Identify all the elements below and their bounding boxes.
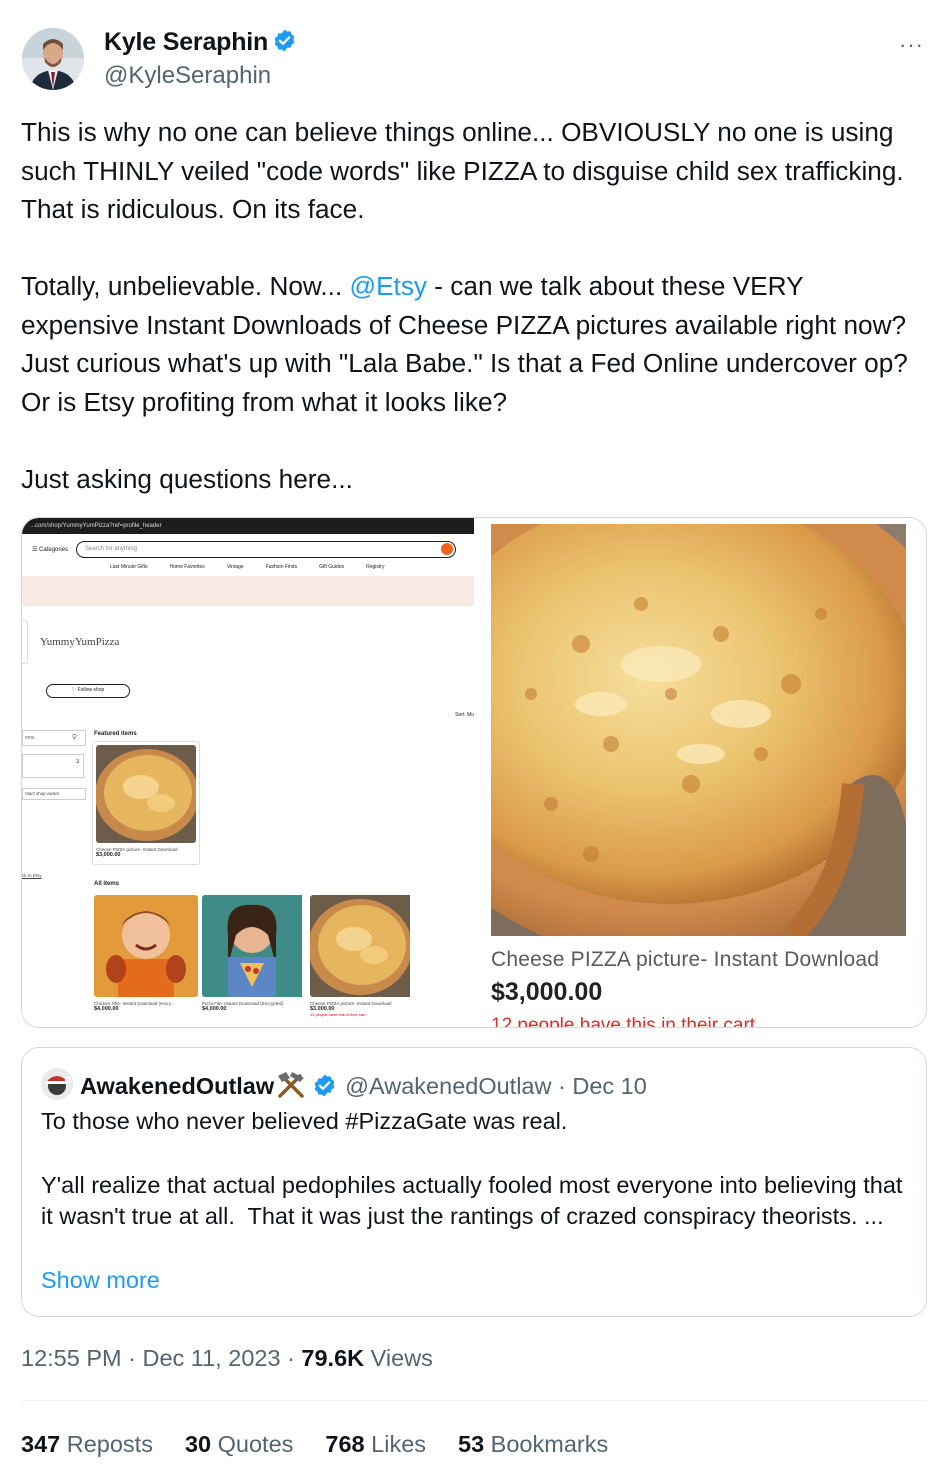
pizza-photo (491, 524, 906, 936)
etsy-nav-item: Vintage (226, 564, 244, 570)
bookmarks-label: Bookmarks (484, 1431, 609, 1457)
shop-info: YummyYumPizza (22, 606, 474, 690)
etsy-search-box: Search for anything (76, 541, 456, 558)
etsy-nav-item: Gift Guides (319, 564, 345, 570)
back-to-etsy-link: ck to Etsy (22, 873, 42, 878)
tweet-paragraph-2-start: Totally, unbelievable. Now... (21, 271, 350, 301)
pizza-listing-image[interactable]: Cheese PIZZA picture- Instant Download $… (477, 518, 926, 1028)
pizza-thumbnail (310, 895, 414, 997)
verified-badge-icon (312, 1073, 337, 1098)
shop-search-field: ems ⚲ (22, 730, 86, 746)
tweet-meta: 12:55 PM · Dec 11, 2023 · 79.6K Views (21, 1345, 433, 1372)
etsy-nav-item: Last Minute Gifts (110, 564, 148, 570)
boy-eating-thumbnail (94, 895, 198, 997)
reposts-stat[interactable]: 347 Reposts (21, 1431, 153, 1458)
tweet-paragraph-1: This is why no one can believe things on… (21, 117, 911, 224)
quoted-tweet-text: To those who never believed #PizzaGate w… (41, 1108, 903, 1230)
divider (21, 1400, 927, 1401)
tweet-text: This is why no one can believe things on… (21, 113, 926, 498)
bookmarks-stat[interactable]: 53 Bookmarks (458, 1431, 608, 1458)
views-count: 79.6K (301, 1345, 365, 1371)
mention-link[interactable]: @Etsy (350, 271, 428, 301)
shop-item: Pizza File- Instant Download (Encrypted)… (202, 895, 306, 1012)
shop-section-box: 3 (22, 754, 84, 778)
listing-cart-note: 12 people have this in their cart (491, 1015, 756, 1028)
media-grid: ...com/shop/YummyYumPizza?ref=profile_he… (21, 517, 927, 1028)
shop-item-price: $4,000.00 (94, 1006, 119, 1012)
likes-count: 768 (325, 1431, 365, 1457)
quotes-count: 30 (184, 1431, 212, 1457)
etsy-search-icon (441, 543, 453, 555)
shop-item: Chicken Fille- Instant Download (encry..… (94, 895, 198, 1012)
verified-badge-icon (272, 28, 297, 53)
reposts-count: 347 (21, 1431, 61, 1457)
contact-owner-button: ntact shop owner (22, 788, 86, 800)
author-name[interactable]: Kyle Seraphin (104, 28, 297, 57)
show-more-link[interactable]: Show more (41, 1267, 160, 1294)
etsy-search-placeholder: Search for anything (85, 546, 138, 552)
tweet-header: Kyle Seraphin @KyleSeraphin ··· (22, 24, 930, 96)
girl-eating-thumbnail (202, 895, 306, 997)
shop-search-text: ems (25, 735, 35, 741)
likes-stat[interactable]: 768 Likes (325, 1431, 426, 1458)
featured-heading: Featured items (94, 731, 137, 737)
shop-search-icon: ⚲ (71, 734, 77, 741)
shop-item: Cheese PIZZA picture- Instant Download $… (310, 895, 414, 1017)
browser-url-bar: ...com/shop/YummyYumPizza?ref=profile_he… (22, 518, 474, 534)
likes-label: Likes (364, 1431, 427, 1457)
quotes-stat[interactable]: 30 Quotes (185, 1431, 293, 1458)
quotes-label: Quotes (211, 1431, 294, 1457)
etsy-top-bar: ☰ Categories Search for anything Last Mi… (22, 534, 474, 576)
quoted-author-name[interactable]: AwakenedOutlaw (80, 1073, 274, 1099)
quoted-author-handle[interactable]: @AwakenedOutlaw · Dec 10 (345, 1073, 647, 1099)
tweet-timestamp[interactable]: 12:55 PM · Dec 11, 2023 · (21, 1345, 301, 1371)
reposts-label: Reposts (60, 1431, 153, 1457)
categories-menu: ☰ Categories (32, 547, 69, 553)
listing-title: Cheese PIZZA picture- Instant Download (491, 948, 880, 971)
crossed-tools-icon (276, 1070, 306, 1098)
etsy-nav: Last Minute Gifts Home Favorites Vintage… (22, 564, 474, 570)
author-handle[interactable]: @KyleSeraphin (104, 62, 271, 90)
section-count: 3 (76, 759, 79, 765)
featured-item: Cheese PIZZA picture- Instant Download $… (92, 741, 200, 865)
quoted-author-line: AwakenedOutlaw @AwakenedOutlaw · Dec 10 (80, 1070, 647, 1100)
shop-banner (22, 576, 474, 606)
etsy-shop-screenshot[interactable]: ...com/shop/YummyYumPizza?ref=profile_he… (22, 518, 474, 1027)
views-label: Views (364, 1345, 433, 1371)
pizza-thumbnail (96, 745, 196, 843)
quoted-tweet[interactable]: AwakenedOutlaw @AwakenedOutlaw · Dec 10 T… (21, 1047, 927, 1317)
quoted-author-avatar[interactable] (41, 1068, 73, 1100)
follow-shop-button: ♡ Follow shop (46, 684, 130, 698)
listing-price: $3,000.00 (491, 978, 603, 1006)
tweet-paragraph-3: Just asking questions here... (21, 463, 353, 494)
bookmarks-count: 53 (458, 1431, 485, 1457)
shop-item-price: $4,000.00 (202, 1006, 227, 1012)
etsy-nav-item: Home Favorites (169, 564, 205, 570)
etsy-nav-item: Registry (366, 564, 385, 570)
shop-icon-placeholder (22, 620, 28, 664)
shop-name: YummyYumPizza (40, 636, 120, 648)
shop-item-cart-note: 12 people have this in their cart (310, 1012, 366, 1017)
sort-label: Sort: Mo (455, 712, 474, 718)
more-options-icon[interactable]: ··· (899, 32, 924, 58)
etsy-nav-item: Fashion Finds (265, 564, 298, 570)
engagement-stats: 347 Reposts 30 Quotes 768 Likes 53 Bookm… (21, 1431, 608, 1458)
featured-item-price: $3,000.00 (96, 852, 121, 858)
author-avatar[interactable] (22, 28, 84, 90)
all-items-heading: All items (94, 881, 120, 887)
